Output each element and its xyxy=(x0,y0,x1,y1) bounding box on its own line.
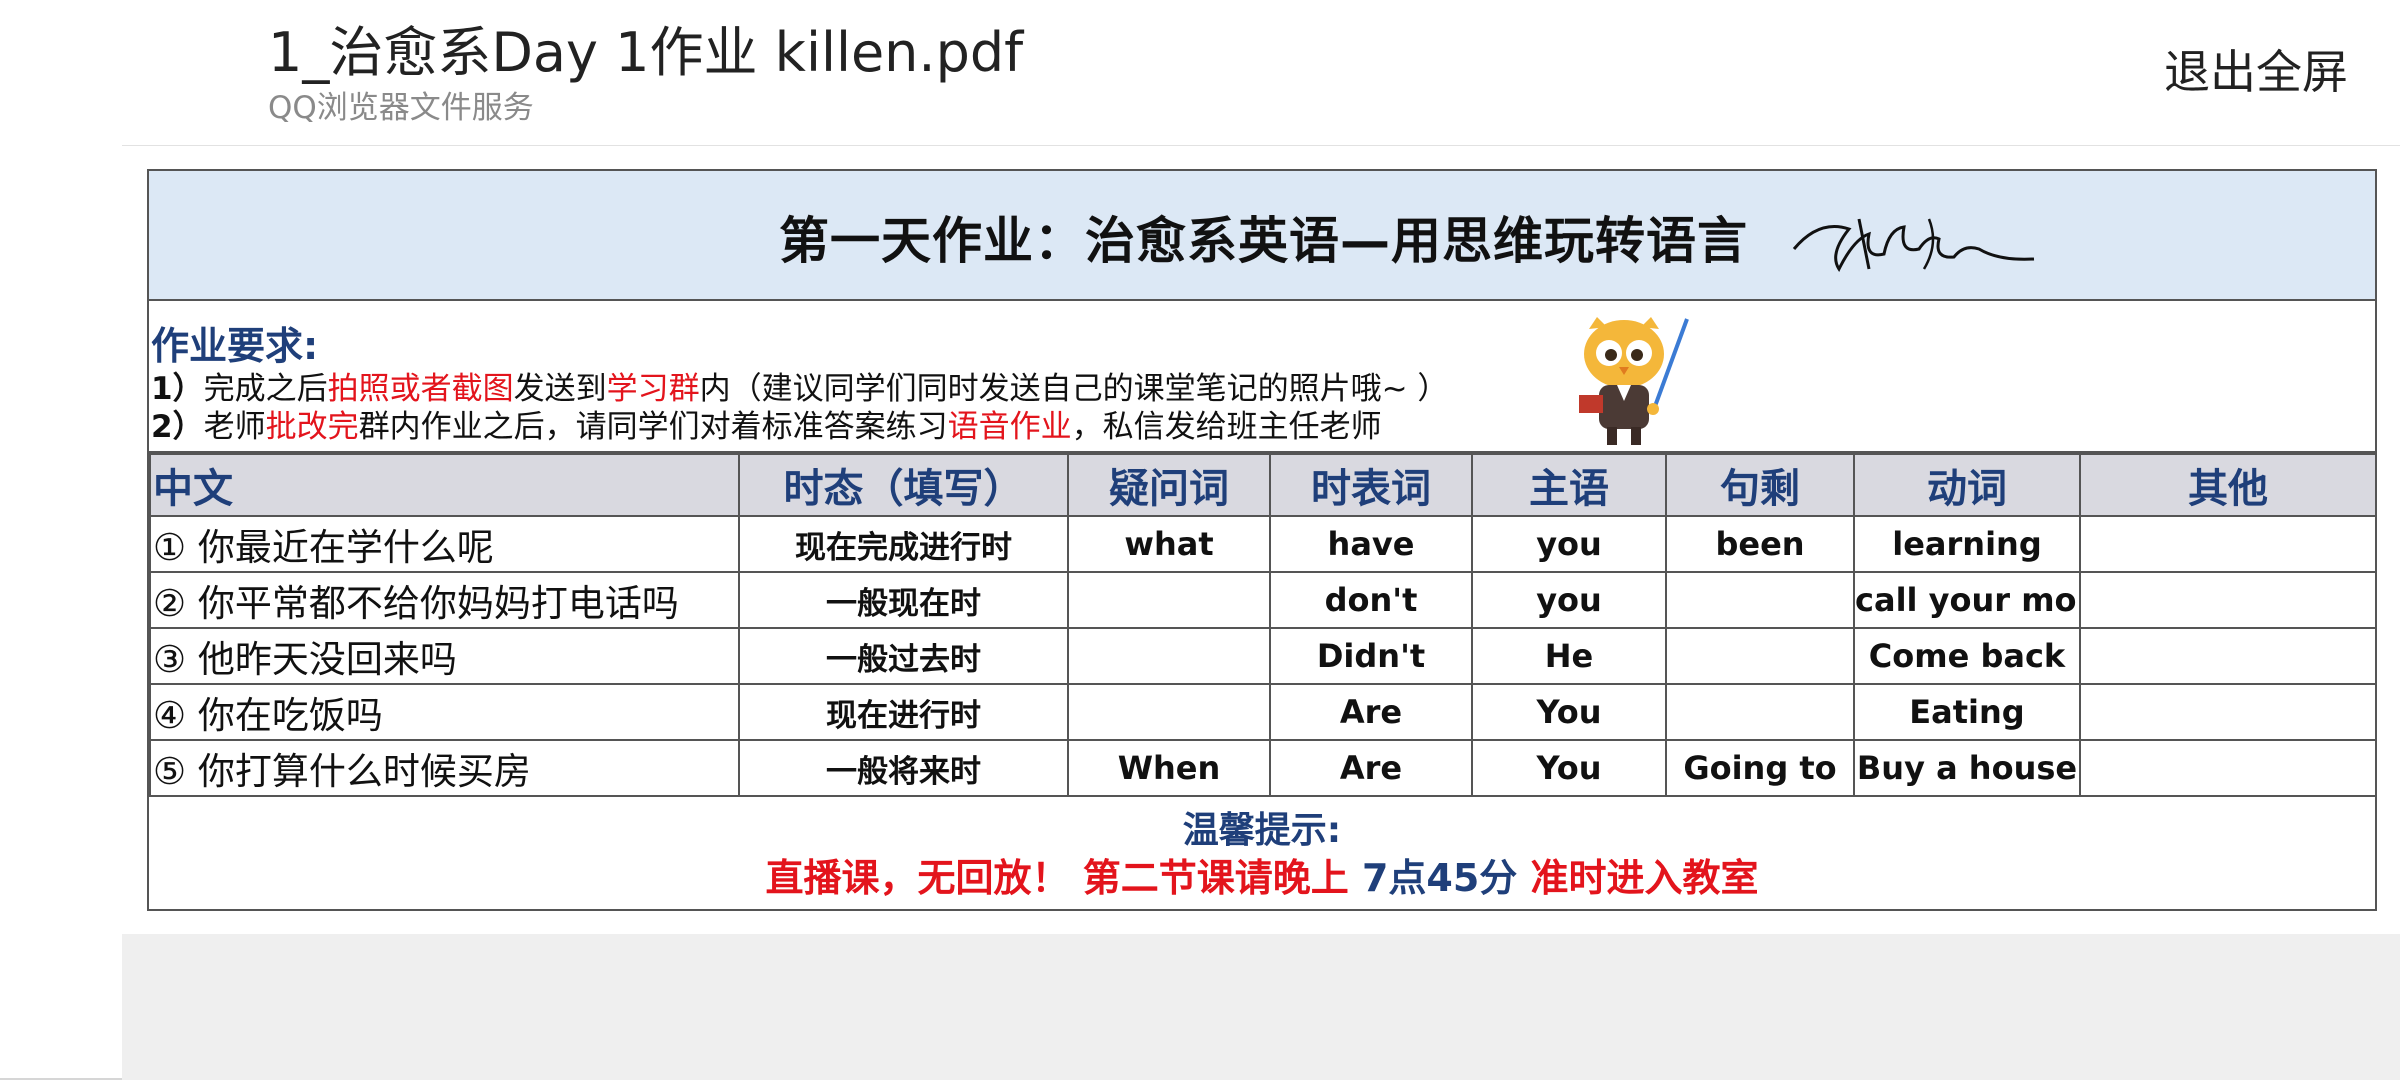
requirement-2-highlight-b: 语音作业 xyxy=(947,409,1072,445)
cell-question-word xyxy=(1067,627,1271,685)
column-header-remainder: 句剩 xyxy=(1665,453,1855,517)
cell-tense: 一般过去时 xyxy=(738,627,1069,685)
cell-chinese: ③ 他昨天没回来吗 xyxy=(149,627,740,685)
cell-other xyxy=(2079,683,2377,741)
tips-message-part3: 准时进入教室 xyxy=(1517,856,1759,900)
tips-message-time: 7点45分 xyxy=(1361,856,1518,900)
cell-tense: 现在完成进行时 xyxy=(738,515,1069,573)
signature-icon xyxy=(1792,218,2035,272)
homework-table: 中文 时态（填写） 疑问词 时表词 主语 句剩 动词 其他 ① 你最近在学什么呢… xyxy=(149,453,2377,797)
exit-fullscreen-button[interactable]: 退出全屏 xyxy=(2164,42,2348,102)
cell-verb: Come back xyxy=(1853,627,2081,685)
cell-subject: You xyxy=(1471,683,1667,741)
tips-message-part1: 直播课，无回放！ 第二节课请晚上 xyxy=(765,856,1362,900)
cell-question-word: what xyxy=(1067,515,1271,573)
viewer-header: 1_治愈系Day 1作业 killen.pdf QQ浏览器文件服务 退出全屏 xyxy=(0,0,2400,146)
cell-time-word: Didn't xyxy=(1269,627,1473,685)
cell-chinese: ① 你最近在学什么呢 xyxy=(149,515,740,573)
cell-time-word: have xyxy=(1269,515,1473,573)
cell-remainder xyxy=(1665,627,1855,685)
cell-verb: Buy a house xyxy=(1853,739,2081,797)
cell-chinese: ④ 你在吃饭吗 xyxy=(149,683,740,741)
viewer-background xyxy=(122,934,2400,1080)
cell-time-word: Are xyxy=(1269,739,1473,797)
cell-tense: 一般将来时 xyxy=(738,739,1069,797)
sheet-title: 第一天作业：治愈系英语—用思维玩转语言 xyxy=(779,212,1748,270)
requirements-section: 作业要求: 1）完成之后拍照或者截图发送到学习群内（建议同学们同时发送自己的课堂… xyxy=(149,301,2375,453)
cell-time-word: don't xyxy=(1269,571,1473,629)
requirement-2-text-b: 群内作业之后，请同学们对着标准答案练习 xyxy=(358,409,948,445)
table-row: ② 你平常都不给你妈妈打电话吗 一般现在时 don't you call you… xyxy=(149,571,2377,629)
table-row: ④ 你在吃饭吗 现在进行时 Are You Eating xyxy=(149,683,2377,741)
cell-question-word xyxy=(1067,683,1271,741)
tips-heading: 温馨提示: xyxy=(1182,810,1342,851)
column-header-chinese: 中文 xyxy=(149,453,740,517)
cell-remainder: Going to xyxy=(1665,739,1855,797)
cell-other xyxy=(2079,515,2377,573)
cell-question-word xyxy=(1067,571,1271,629)
requirement-2-highlight-a: 批改完 xyxy=(265,409,359,445)
cell-verb: Eating xyxy=(1853,683,2081,741)
cell-other xyxy=(2079,627,2377,685)
column-header-time-word: 时表词 xyxy=(1269,453,1473,517)
table-row: ⑤ 你打算什么时候买房 一般将来时 When Are You Going to … xyxy=(149,739,2377,797)
cell-subject: you xyxy=(1471,571,1667,629)
cell-verb: learning xyxy=(1853,515,2081,573)
cell-tense: 现在进行时 xyxy=(738,683,1069,741)
table-row: ③ 他昨天没回来吗 一般过去时 Didn't He Come back xyxy=(149,627,2377,685)
cell-chinese: ⑤ 你打算什么时候买房 xyxy=(149,739,740,797)
requirements-heading: 作业要求: xyxy=(151,324,319,368)
column-header-question-word: 疑问词 xyxy=(1067,453,1271,517)
cell-chinese: ② 你平常都不给你妈妈打电话吗 xyxy=(149,571,740,629)
table-row: ① 你最近在学什么呢 现在完成进行时 what have you been le… xyxy=(149,515,2377,573)
cell-remainder: been xyxy=(1665,515,1855,573)
column-header-verb: 动词 xyxy=(1853,453,2081,517)
column-header-other: 其他 xyxy=(2079,453,2377,517)
cell-tense: 一般现在时 xyxy=(738,571,1069,629)
cell-subject: You xyxy=(1471,739,1667,797)
homework-sheet: 第一天作业：治愈系英语—用思维玩转语言 作业要求: 1）完成之后拍照或者截图发送… xyxy=(147,169,2377,911)
cell-remainder xyxy=(1665,683,1855,741)
tips-section: 温馨提示: 直播课，无回放！ 第二节课请晚上 7点45分 准时进入教室 xyxy=(149,791,2375,909)
requirement-2: 2）老师批改完群内作业之后，请同学们对着标准答案练习语音作业，私信发给班主任老师 xyxy=(151,401,1382,446)
cell-other xyxy=(2079,571,2377,629)
requirement-2-number: 2） xyxy=(151,409,204,445)
column-header-subject: 主语 xyxy=(1471,453,1667,517)
cell-subject: He xyxy=(1471,627,1667,685)
requirement-2-text-a: 老师 xyxy=(203,409,266,445)
cell-other xyxy=(2079,739,2377,797)
document-source: QQ浏览器文件服务 xyxy=(268,90,534,126)
document-title: 1_治愈系Day 1作业 killen.pdf xyxy=(268,21,1024,84)
tips-message: 直播课，无回放！ 第二节课请晚上 7点45分 准时进入教室 xyxy=(149,847,2375,902)
requirement-2-text-c: ，私信发给班主任老师 xyxy=(1071,409,1382,445)
table-header-row: 中文 时态（填写） 疑问词 时表词 主语 句剩 动词 其他 xyxy=(149,453,2377,517)
cell-question-word: When xyxy=(1067,739,1271,797)
column-header-tense: 时态（填写） xyxy=(738,453,1069,517)
cell-remainder xyxy=(1665,571,1855,629)
title-band: 第一天作业：治愈系英语—用思维玩转语言 xyxy=(149,171,2375,301)
cell-subject: you xyxy=(1471,515,1667,573)
owl-teacher-mascot-icon xyxy=(1579,317,1689,445)
cell-time-word: Are xyxy=(1269,683,1473,741)
cell-verb: call your mom xyxy=(1853,571,2081,629)
